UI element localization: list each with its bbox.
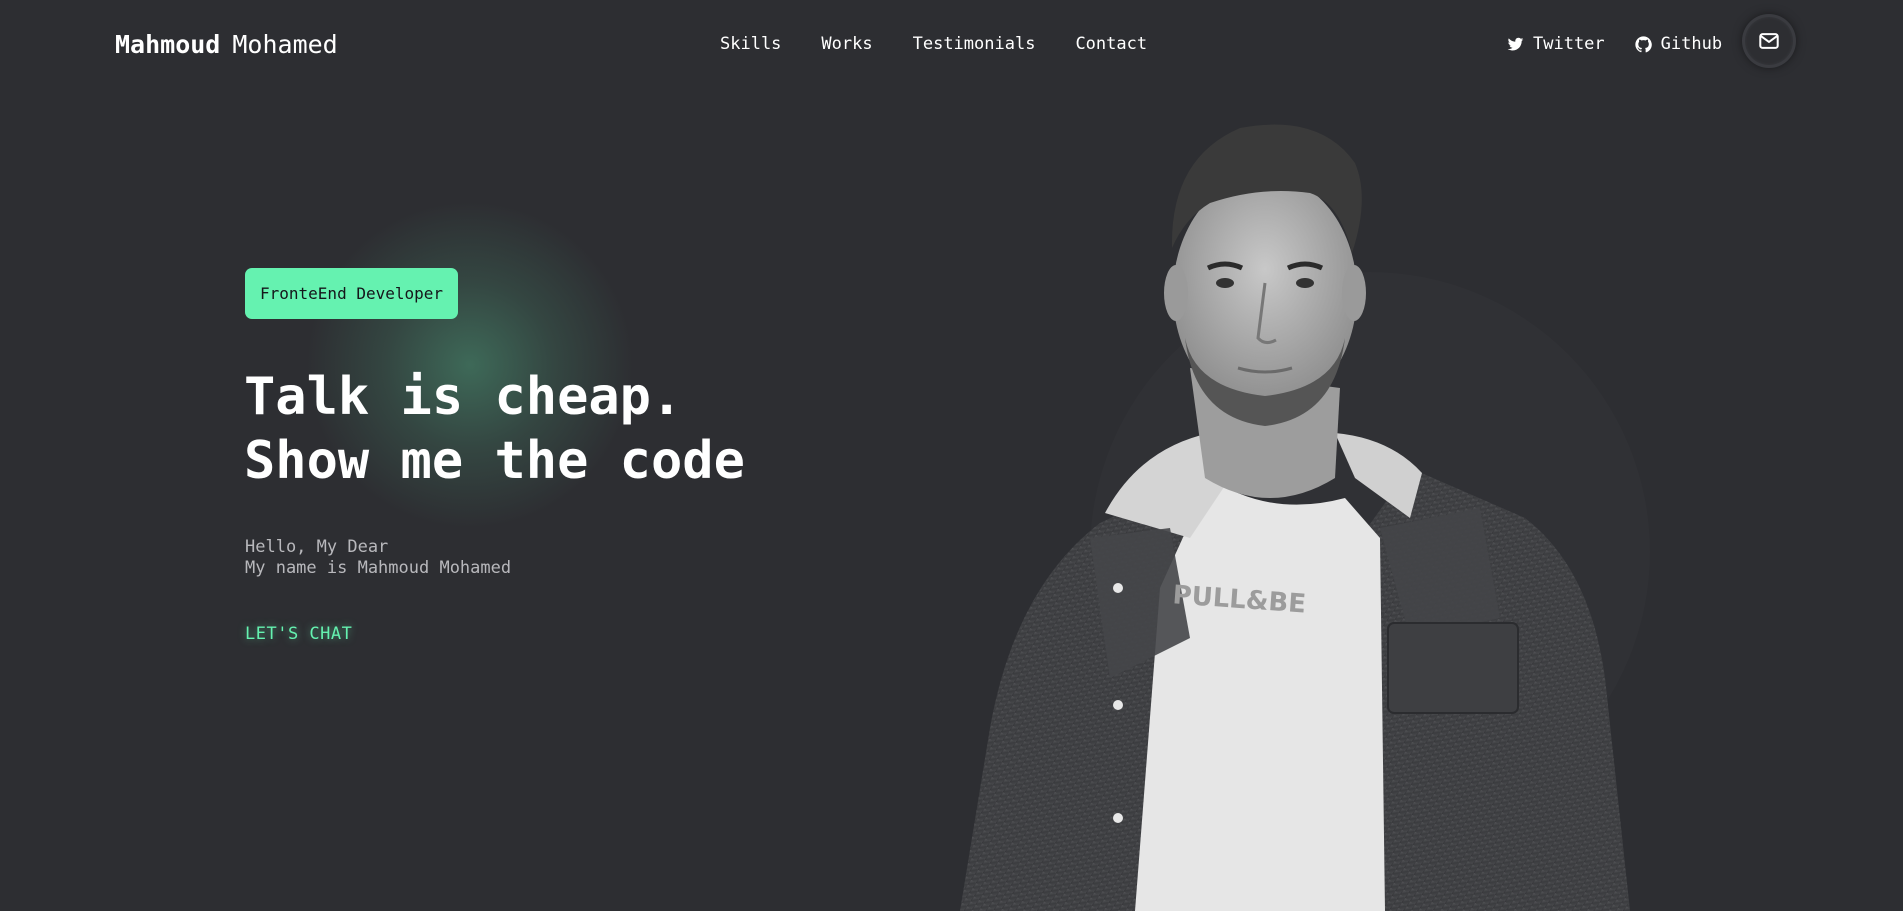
intro-greeting: Hello, My Dear <box>245 537 389 557</box>
twitter-link[interactable]: Twitter <box>1507 34 1605 54</box>
headline-line-2: Show me the code <box>244 431 745 491</box>
nav-link-skills[interactable]: Skills <box>720 34 781 54</box>
hero-headline: Talk is cheap. Show me the code <box>244 365 745 493</box>
portrait-image: PULL&BE <box>960 124 1630 911</box>
main-nav: Skills Works Testimonials Contact <box>720 34 1147 54</box>
logo-first-name: Mahmoud <box>115 30 221 59</box>
github-label: Github <box>1660 34 1723 54</box>
mail-button[interactable] <box>1745 17 1793 65</box>
envelope-icon <box>1759 33 1779 49</box>
hero-intro: Hello, My Dear My name is Mahmoud Mohame… <box>245 537 511 579</box>
nav-link-contact[interactable]: Contact <box>1075 34 1147 54</box>
site-logo[interactable]: Mahmoud Mohamed <box>115 30 338 59</box>
social-links: Twitter Github <box>1507 34 1722 54</box>
github-link[interactable]: Github <box>1635 34 1722 54</box>
lets-chat-link[interactable]: LET'S CHAT <box>245 624 352 644</box>
page: Mahmoud Mohamed Skills Works Testimonials… <box>0 0 1903 911</box>
twitter-icon <box>1507 37 1524 50</box>
headline-line-1: Talk is cheap. <box>244 367 683 427</box>
github-icon <box>1635 35 1652 52</box>
nav-link-testimonials[interactable]: Testimonials <box>913 34 1036 54</box>
nav-link-works[interactable]: Works <box>821 34 872 54</box>
intro-name: My name is Mahmoud Mohamed <box>245 558 512 578</box>
role-badge: FronteEnd Developer <box>245 268 459 319</box>
logo-last-name: Mohamed <box>232 30 338 59</box>
twitter-label: Twitter <box>1533 34 1605 54</box>
